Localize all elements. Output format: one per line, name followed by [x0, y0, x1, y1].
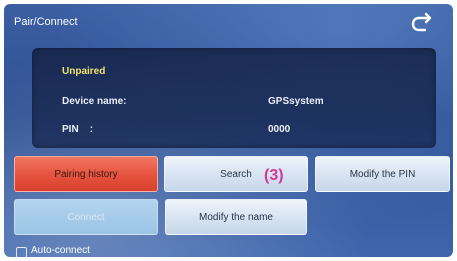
return-arrow-icon[interactable] [409, 12, 435, 32]
pin-value: 0000 [268, 124, 291, 135]
modify-name-button[interactable]: Modify the name [165, 199, 307, 235]
connect-button[interactable]: Connect [14, 199, 158, 235]
auto-connect-checkbox[interactable] [16, 247, 27, 257]
step-annotation: (3) [264, 167, 284, 184]
pairing-status: Unpaired [62, 66, 106, 77]
page-title: Pair/Connect [14, 16, 78, 28]
modify-pin-button[interactable]: Modify the PIN [315, 156, 450, 192]
pairing-history-button[interactable]: Pairing history [14, 156, 158, 192]
device-name-value: GPSsystem [268, 96, 324, 107]
device-name-label: Device name: [62, 96, 127, 107]
device-info-panel: Unpaired Device name: GPSsystem PIN : 00… [32, 48, 436, 148]
auto-connect-label: Auto-connect [31, 245, 90, 256]
pin-label: PIN : [62, 124, 94, 135]
search-button[interactable]: Search [164, 156, 308, 192]
pair-connect-screen: Pair/Connect Unpaired Device name: GPSsy… [4, 4, 453, 257]
